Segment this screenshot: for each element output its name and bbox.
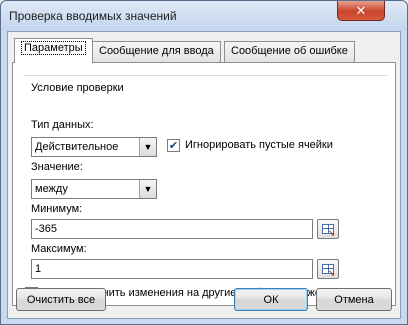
comparison-select[interactable]: между ▼	[31, 179, 157, 199]
value-label: Значение:	[31, 161, 83, 173]
minimum-label: Минимум:	[31, 203, 83, 215]
chevron-down-icon[interactable]: ▼	[139, 180, 156, 198]
comparison-value: между	[35, 183, 68, 195]
window-title: Проверка вводимых значений	[9, 9, 177, 23]
ignore-blank-label: Игнорировать пустые ячейки	[185, 139, 333, 151]
clear-all-label: Очистить все	[26, 293, 96, 306]
title-bar[interactable]: Проверка вводимых значений ✕	[1, 1, 407, 31]
ok-button[interactable]: ОК	[234, 288, 308, 311]
cancel-label: Отмена	[334, 293, 374, 306]
clear-all-button[interactable]: Очистить все	[16, 288, 106, 311]
dialog-body: Параметры Сообщение для ввода Сообщение …	[7, 31, 401, 319]
maximum-input[interactable]: 1	[31, 259, 313, 279]
tab-error-message-label: Сообщение об ошибке	[231, 45, 348, 57]
maximum-label: Максимум:	[31, 243, 87, 255]
maximum-value: 1	[35, 263, 42, 275]
close-icon: ✕	[355, 2, 367, 18]
ignore-blank-checkbox[interactable]: ✔	[167, 139, 180, 152]
data-type-label: Тип данных:	[31, 119, 94, 131]
data-type-select[interactable]: Действительное ▼	[31, 137, 157, 157]
tab-parameters-label: Параметры	[21, 41, 86, 55]
minimum-input[interactable]: -365	[31, 219, 313, 239]
tab-input-message[interactable]: Сообщение для ввода	[92, 41, 221, 62]
group-title: Условие проверки	[31, 82, 126, 94]
chevron-down-icon[interactable]: ▼	[139, 138, 156, 156]
close-button[interactable]: ✕	[337, 1, 385, 21]
settings-panel: Условие проверки Тип данных: Действитель…	[12, 62, 396, 306]
check-icon: ✔	[168, 140, 179, 152]
minimum-range-button[interactable]: ➘	[317, 219, 339, 239]
dialog-window: Проверка вводимых значений ✕ Параметры С…	[0, 0, 408, 325]
maximum-range-button[interactable]: ➘	[317, 259, 339, 279]
tab-input-message-label: Сообщение для ввода	[99, 45, 214, 57]
minimum-value: -365	[35, 223, 58, 235]
ok-label: ОК	[263, 293, 279, 306]
tab-error-message[interactable]: Сообщение об ошибке	[224, 41, 355, 62]
tab-parameters[interactable]: Параметры	[14, 38, 93, 63]
data-type-value: Действительное	[35, 141, 119, 153]
cancel-button[interactable]: Отмена	[316, 288, 392, 311]
